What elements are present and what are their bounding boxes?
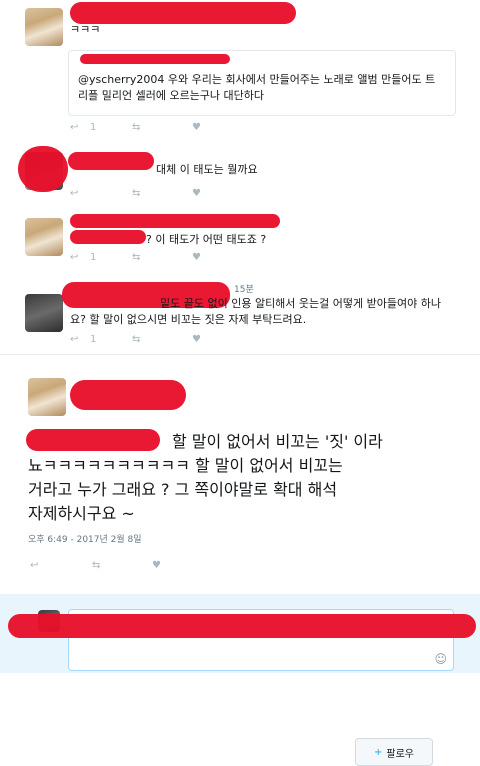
redaction-scribble (8, 614, 476, 638)
redaction-scribble (70, 230, 146, 244)
redaction-scribble (70, 380, 186, 410)
reply-icon[interactable]: ↩ (70, 188, 78, 199)
main-tweet-text: 뇨ㅋㅋㅋㅋㅋㅋㅋㅋㅋㅋ 할 말이 없어서 비꼬는 (28, 456, 343, 475)
tweet-actions: ↩ ⇆ ♥ (70, 188, 470, 204)
like-icon[interactable]: ♥ (192, 188, 201, 199)
tweet-actions: ↩ 1 ⇆ ♥ (70, 334, 470, 350)
redaction-scribble (26, 429, 160, 451)
follow-button[interactable]: + 팔로우 (355, 738, 433, 766)
reply-icon[interactable]: ↩ (70, 334, 78, 345)
follow-label: 팔로우 (386, 748, 414, 760)
like-icon[interactable]: ♥ (192, 334, 201, 345)
tweet-text: ㅋㅋㅋ (70, 23, 101, 36)
like-icon[interactable]: ♥ (192, 122, 201, 133)
retweet-icon[interactable]: ⇆ (132, 188, 140, 199)
redaction-scribble (68, 152, 154, 170)
tweet-actions: ↩ 1 ⇆ ♥ (70, 252, 470, 268)
tweet-timestamp[interactable]: 오후 6:49 - 2017년 2월 8일 (28, 532, 142, 548)
retweet-icon[interactable]: ⇆ (92, 560, 100, 571)
tweet-item[interactable]: 15분 밑도 끝도 없이 인용 알티해서 웃는걸 어떻게 받아들여야 하나 요?… (0, 274, 480, 355)
reply-icon[interactable]: ↩ (30, 560, 38, 571)
main-tweet-text: 거라고 누가 그래요 ? 그 쪽이야말로 확대 해석 (28, 480, 338, 499)
quote-text: 리플 밀리언 셀러에 오르는구나 대단하다 (78, 89, 265, 102)
reply-icon[interactable]: ↩ (70, 252, 78, 263)
tweet-text: ? 이 태도가 어떤 태도죠 ? (146, 233, 267, 246)
redaction-scribble (70, 2, 296, 24)
tweet-actions: ↩ ⇆ ♥ (30, 560, 430, 576)
avatar[interactable] (25, 8, 63, 46)
avatar[interactable] (25, 294, 63, 332)
tweet-text: 요? 할 말이 없으시면 비꼬는 짓은 자제 부탁드려요. (70, 313, 307, 326)
main-tweet-text: 자제하시구요 ~ (28, 504, 135, 523)
retweet-icon[interactable]: ⇆ (132, 334, 140, 345)
avatar[interactable] (25, 218, 63, 256)
tweet-item[interactable]: ? 이 태도가 어떤 태도죠 ? ↩ 1 ⇆ ♥ (0, 210, 480, 275)
tweet-item[interactable]: ㅋㅋㅋ @yscherry2004 우와 우리는 회사에서 만들어주는 노래로 … (0, 0, 480, 143)
retweet-icon[interactable]: ⇆ (132, 122, 140, 133)
tweet-text: 대체 이 태도는 뭘까요 (156, 163, 258, 176)
retweet-icon[interactable]: ⇆ (132, 252, 140, 263)
redaction-scribble (80, 54, 230, 64)
tweet-actions: ↩ 1 ⇆ ♥ (70, 122, 470, 138)
add-user-icon: + (374, 746, 383, 758)
avatar[interactable] (28, 378, 66, 416)
quote-text: @yscherry2004 우와 우리는 회사에서 만들어주는 노래로 앨범 만… (78, 73, 436, 86)
redaction-scribble (18, 146, 68, 192)
redaction-scribble (70, 214, 280, 228)
like-icon[interactable]: ♥ (192, 252, 201, 263)
reply-count: 1 (90, 334, 97, 345)
main-tweet: + 팔로우 할 말이 없어서 비꼬는 '짓' 이라 뇨ㅋㅋㅋㅋㅋㅋㅋㅋㅋㅋ 할 … (0, 356, 480, 766)
tweet-item[interactable]: 대체 이 태도는 뭘까요 ↩ ⇆ ♥ (0, 142, 480, 211)
reply-count: 1 (90, 122, 97, 133)
reply-icon[interactable]: ↩ (70, 122, 78, 133)
emoji-icon[interactable]: ☺ (434, 652, 447, 666)
tweet-text: 밑도 끝도 없이 인용 알티해서 웃는걸 어떻게 받아들여야 하나 (160, 297, 441, 310)
reply-count: 1 (90, 252, 97, 263)
main-tweet-text: 할 말이 없어서 비꼬는 '짓' 이라 (172, 432, 383, 451)
like-icon[interactable]: ♥ (152, 560, 161, 571)
